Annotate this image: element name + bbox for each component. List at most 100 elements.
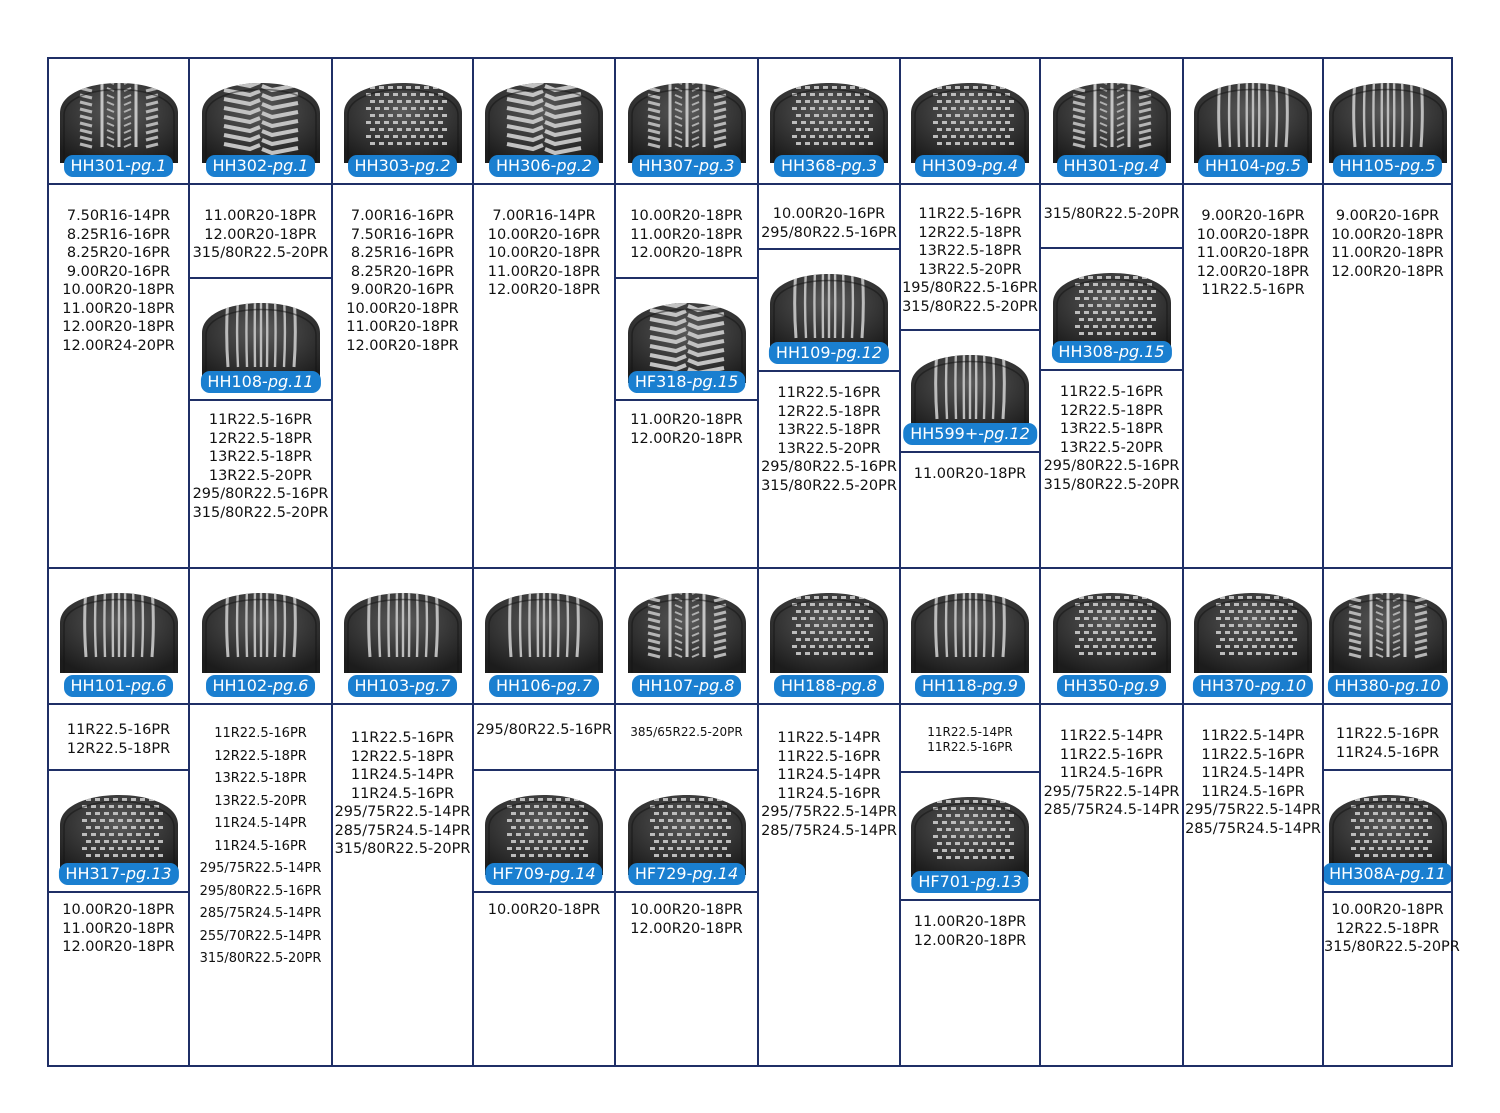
- tire-model-label[interactable]: HF729-pg.14: [627, 863, 746, 885]
- tire-model-label[interactable]: HH302-pg.1: [205, 155, 316, 177]
- tire-model-name: HH370: [1199, 676, 1255, 695]
- size-list-cell: 11.00R20-18PR 12.00R20-18PR: [614, 399, 759, 571]
- tire-model-label[interactable]: HH308A-pg.11: [1324, 863, 1451, 885]
- tire-page-ref: pg.2: [556, 156, 592, 175]
- size-list-cell: 11R22.5-16PR 12R22.5-18PR 13R22.5-18PR 1…: [899, 183, 1041, 333]
- tire-model-name: HH188: [781, 676, 836, 695]
- size-list: 10.00R20-18PR 11.00R20-18PR 12.00R20-18P…: [630, 208, 743, 261]
- tire-model-label[interactable]: HH104-pg.5: [1198, 155, 1308, 177]
- size-list-cell: 9.00R20-16PR 10.00R20-18PR 11.00R20-18PR…: [1182, 183, 1324, 571]
- tire-model-label[interactable]: HH301-pg.1: [63, 155, 174, 177]
- tire-image: [1324, 779, 1451, 875]
- tire-model-name: HH307: [638, 156, 694, 175]
- tire-image: [903, 339, 1037, 435]
- tire-model-label[interactable]: HH101-pg.6: [63, 675, 174, 697]
- tire-model-name: HH107: [638, 676, 694, 695]
- tire-cell: HH370-pg.10: [1182, 567, 1324, 707]
- tire-page-ref: pg.9: [982, 676, 1018, 695]
- size-list-cell: 11R22.5-16PR 12R22.5-18PR 13R22.5-18PR 1…: [188, 399, 333, 571]
- tire-model-label[interactable]: HH301-pg.4: [1056, 155, 1167, 177]
- tire-image: [762, 258, 896, 354]
- tire-model-label[interactable]: HH309-pg.4: [915, 155, 1025, 177]
- size-list: 7.00R16-16PR 7.50R16-16PR 8.25R16-16PR 8…: [346, 208, 459, 354]
- size-list: 10.00R20-18PR 12.00R20-18PR: [630, 902, 743, 937]
- tire-image: [52, 67, 186, 163]
- tire-model-name: HH103: [354, 676, 410, 695]
- size-list: 11.00R20-18PR 12.00R20-18PR: [913, 914, 1027, 949]
- tire-model-label[interactable]: HF709-pg.14: [485, 863, 603, 885]
- tire-page-ref: pg.7: [414, 676, 451, 695]
- tire-model-label[interactable]: HH599+-pg.12: [903, 423, 1037, 445]
- tire-cell: HH102-pg.6: [188, 567, 333, 707]
- tire-cell: HH118-pg.9: [899, 567, 1041, 707]
- tire-cell: HH380-pg.10: [1322, 567, 1453, 707]
- size-list-cell: 11.00R20-18PR 12.00R20-18PR 315/80R22.5-…: [188, 183, 333, 281]
- tire-page-ref: pg.6: [130, 676, 167, 695]
- tire-page-ref: pg.15: [1118, 342, 1165, 361]
- tire-model-label[interactable]: HH102-pg.6: [205, 675, 316, 697]
- size-list-cell: 11R22.5-14PR 11R22.5-16PR 11R24.5-16PR 2…: [1039, 703, 1184, 1067]
- tire-model-label[interactable]: HH106-pg.7: [489, 675, 599, 697]
- tire-image: [903, 67, 1037, 163]
- tire-model-name: HF709: [492, 864, 545, 883]
- tire-image: [1045, 257, 1179, 353]
- tire-page-ref: pg.4: [1123, 156, 1160, 175]
- tire-page-ref: pg.11: [267, 372, 314, 391]
- size-list-cell: 11R22.5-16PR 12R22.5-18PR 11R24.5-14PR 1…: [331, 703, 474, 1067]
- tire-page-ref: pg.12: [984, 424, 1030, 443]
- tire-image: [477, 67, 611, 163]
- size-list: 385/65R22.5-20PR: [630, 725, 743, 739]
- tire-model-label[interactable]: HH105-pg.5: [1332, 155, 1443, 177]
- tire-model-name: HF729: [634, 864, 687, 883]
- size-list-cell: 10.00R20-18PR 11.00R20-18PR 12.00R20-18P…: [47, 891, 190, 1067]
- tire-page-ref: pg.1: [130, 156, 167, 175]
- tire-model-label[interactable]: HH317-pg.13: [58, 863, 179, 885]
- tire-model-label[interactable]: HF318-pg.15: [627, 371, 746, 393]
- tire-model-label[interactable]: HH108-pg.11: [200, 371, 321, 393]
- size-list: 9.00R20-16PR 10.00R20-18PR 11.00R20-18PR…: [1331, 208, 1444, 280]
- tire-model-label[interactable]: HH350-pg.9: [1056, 675, 1167, 697]
- tire-model-name: HH118: [922, 676, 977, 695]
- size-list-cell: 11R22.5-14PR 11R22.5-16PR: [899, 703, 1041, 775]
- tire-model-name: HH104: [1205, 156, 1260, 175]
- tire-model-label[interactable]: HH308-pg.15: [1051, 341, 1172, 363]
- tire-model-label[interactable]: HH306-pg.2: [489, 155, 599, 177]
- tire-model-label[interactable]: HH368-pg.3: [774, 155, 884, 177]
- tire-cell: HF709-pg.14: [472, 769, 616, 895]
- tire-model-label[interactable]: HH307-pg.3: [631, 155, 742, 177]
- tire-model-label[interactable]: HH107-pg.8: [631, 675, 742, 697]
- size-list-cell: 295/80R22.5-16PR: [472, 703, 616, 773]
- size-list: 295/80R22.5-16PR: [476, 722, 612, 738]
- tire-image: [477, 779, 611, 875]
- tire-cell: HH301-pg.1: [47, 57, 190, 187]
- tire-cell: HH306-pg.2: [472, 57, 616, 187]
- tire-model-name: HH301: [70, 156, 126, 175]
- tire-cell: HF318-pg.15: [614, 277, 759, 403]
- tire-image: [1186, 577, 1320, 673]
- tire-image: [762, 577, 896, 673]
- tire-page-ref: pg.2: [414, 156, 451, 175]
- size-list: 10.00R20-18PR: [487, 902, 601, 918]
- tire-image: [903, 577, 1037, 673]
- tire-image: [620, 577, 754, 673]
- size-list-cell: 11R22.5-14PR 11R22.5-16PR 11R24.5-14PR 1…: [757, 703, 901, 1067]
- tire-page-ref: pg.12: [836, 343, 883, 362]
- tire-page-ref: pg.11: [1400, 864, 1446, 883]
- tire-cell: HH350-pg.9: [1039, 567, 1184, 707]
- size-list: 11R22.5-14PR 11R22.5-16PR: [927, 725, 1013, 754]
- size-list: 315/80R22.5-20PR: [1043, 206, 1180, 222]
- tire-model-label[interactable]: HH118-pg.9: [915, 675, 1025, 697]
- size-list: 11.00R20-18PR: [913, 466, 1027, 482]
- size-list: 11R22.5-16PR 12R22.5-18PR 13R22.5-18PR 1…: [1043, 384, 1180, 493]
- tire-model-label[interactable]: HH303-pg.2: [347, 155, 458, 177]
- size-list: 7.00R16-14PR 10.00R20-16PR 10.00R20-18PR…: [487, 208, 601, 298]
- tire-model-label[interactable]: HH188-pg.8: [774, 675, 884, 697]
- tire-model-name: HH306: [496, 156, 551, 175]
- tire-model-label[interactable]: HH370-pg.10: [1192, 675, 1314, 697]
- tire-cell: HH301-pg.4: [1039, 57, 1184, 187]
- tire-model-label[interactable]: HH380-pg.10: [1327, 675, 1448, 697]
- tire-model-name: HH102: [212, 676, 268, 695]
- tire-model-label[interactable]: HH109-pg.12: [768, 342, 890, 364]
- tire-model-label[interactable]: HH103-pg.7: [347, 675, 458, 697]
- tire-model-label[interactable]: HF701-pg.13: [911, 871, 1029, 893]
